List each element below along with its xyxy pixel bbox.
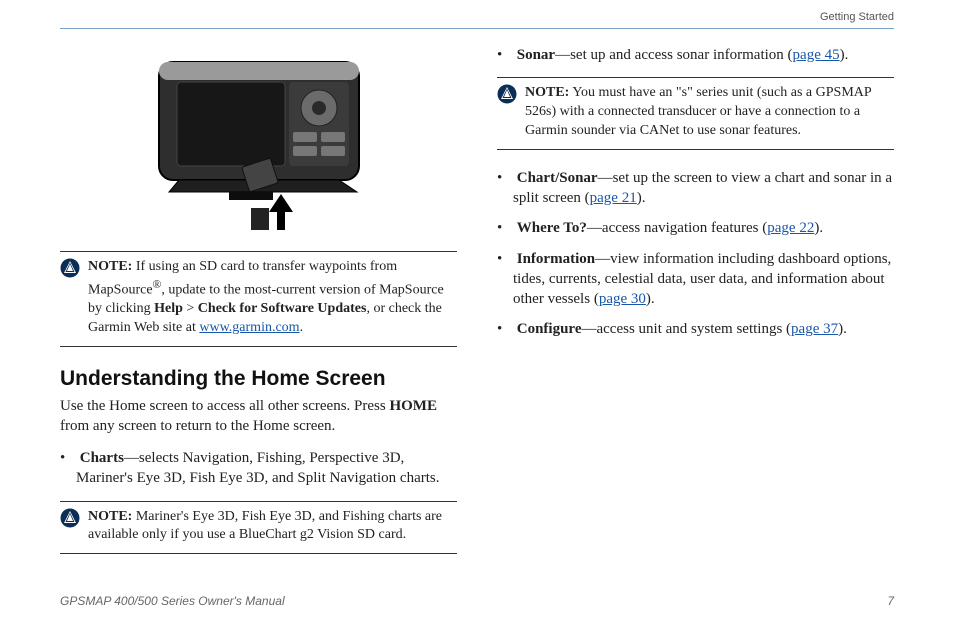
list-item: Sonar—set up and access sonar informatio… — [513, 45, 894, 65]
page-link-37[interactable]: page 37 — [791, 321, 838, 337]
config-label: Configure — [517, 321, 582, 337]
config-text: —access unit and system settings ( — [581, 321, 791, 337]
note-text: You must have an "s" series unit (such a… — [525, 85, 871, 138]
section-heading: Understanding the Home Screen — [60, 365, 457, 393]
where-label: Where To? — [517, 220, 587, 236]
note-text: . — [300, 320, 304, 335]
right-column: Sonar—set up and access sonar informatio… — [497, 39, 894, 584]
left-column: NOTE: If using an SD card to transfer wa… — [60, 39, 457, 584]
note-label: NOTE: — [88, 509, 132, 524]
sonar-text: ). — [840, 47, 849, 63]
page-link-22[interactable]: page 22 — [767, 220, 814, 236]
header-section: Getting Started — [820, 11, 894, 23]
charts-text: —selects Navigation, Fishing, Perspectiv… — [76, 450, 439, 486]
charts-label: Charts — [80, 450, 124, 466]
intro-text: from any screen to return to the Home sc… — [60, 418, 335, 434]
note-mapsource: NOTE: If using an SD card to transfer wa… — [60, 251, 457, 347]
info-text: ). — [646, 291, 655, 307]
note-bluechart: NOTE: Mariner's Eye 3D, Fish Eye 3D, and… — [60, 501, 457, 555]
chartsonar-text: ). — [637, 190, 646, 206]
list-item: Charts—selects Navigation, Fishing, Pers… — [76, 448, 457, 489]
note-label: NOTE: — [88, 259, 132, 274]
sonar-label: Sonar — [517, 47, 555, 63]
list-item: Configure—access unit and system setting… — [513, 319, 894, 339]
list-item: Information—view information including d… — [513, 249, 894, 310]
page-link-30[interactable]: page 30 — [599, 291, 646, 307]
note-text: Mariner's Eye 3D, Fish Eye 3D, and Fishi… — [88, 509, 442, 543]
garmin-website-link[interactable]: www.garmin.com — [199, 320, 299, 335]
note-text: > — [183, 301, 198, 316]
help-menu: Help — [154, 301, 183, 316]
info-label: Information — [517, 251, 595, 267]
intro-text: Use the Home screen to access all other … — [60, 398, 389, 414]
check-updates: Check for Software Updates — [198, 301, 367, 316]
home-key: HOME — [389, 398, 437, 414]
note-s-series: NOTE: You must have an "s" series unit (… — [497, 77, 894, 150]
where-text: —access navigation features ( — [587, 220, 767, 236]
page-link-45[interactable]: page 45 — [793, 47, 840, 63]
where-text: ). — [814, 220, 823, 236]
warning-icon — [60, 258, 80, 338]
config-text: ). — [838, 321, 847, 337]
list-item: Where To?—access navigation features (pa… — [513, 218, 894, 238]
list-item: Chart/Sonar—set up the screen to view a … — [513, 168, 894, 209]
note-label: NOTE: — [525, 85, 569, 100]
page-number: 7 — [887, 594, 894, 608]
device-illustration — [60, 39, 457, 239]
sonar-text: —set up and access sonar information ( — [555, 47, 792, 63]
footer-title: GPSMAP 400/500 Series Owner's Manual — [60, 594, 285, 608]
chartsonar-label: Chart/Sonar — [517, 170, 598, 186]
page-link-21[interactable]: page 21 — [590, 190, 637, 206]
warning-icon — [497, 84, 517, 141]
warning-icon — [60, 508, 80, 546]
